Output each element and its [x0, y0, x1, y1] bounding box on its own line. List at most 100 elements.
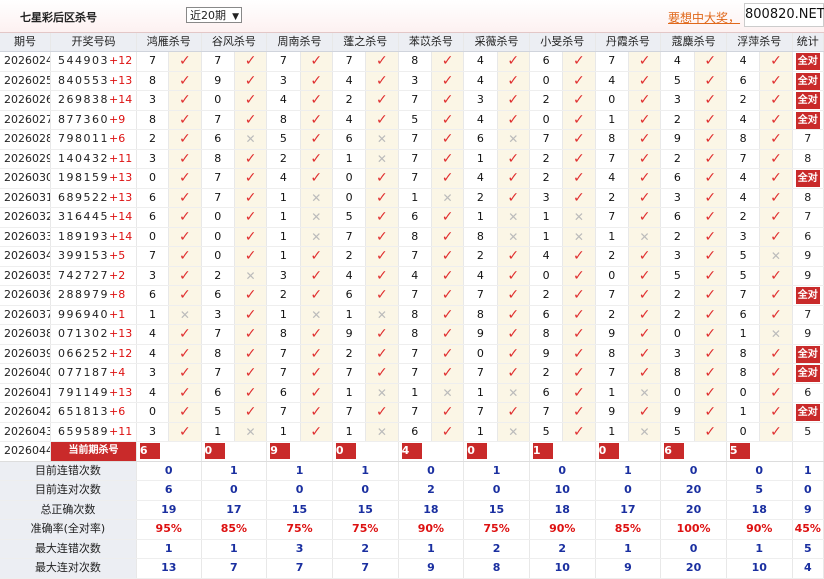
kill-value: 4: [726, 188, 761, 208]
kill-value: 5: [398, 110, 432, 130]
check-icon: ✓: [497, 402, 530, 423]
issue-number: 2026040: [0, 363, 52, 384]
stat-value: 2: [398, 480, 465, 501]
kill-value: 7: [398, 246, 432, 267]
table-row: 2026042 651813+6 0 ✓ 5 ✓ 7 ✓ 7 ✓ 7 ✓ 7 ✓ 7 ✓ 9 ✓ 9 ✓ 1 ✓ 全对: [0, 402, 824, 423]
draw-sum: +11: [109, 424, 133, 438]
stat-value: 0: [529, 461, 596, 481]
check-icon: ✓: [431, 363, 465, 384]
table-row: 2026036 288979+8 6 ✓ 6 ✓ 2 ✓ 6 ✓ 7 ✓ 7 ✓ 2 ✓ 7 ✓ 2 ✓ 7 ✓ 全对: [0, 285, 824, 306]
draw-numbers: 316445+14: [50, 207, 137, 228]
kill-value: 8: [266, 110, 301, 130]
check-icon: ✓: [168, 227, 202, 247]
kill-value: 3: [136, 149, 170, 169]
check-icon: ✓: [168, 207, 202, 228]
draw-sum: +13: [109, 327, 133, 341]
issue-number: 2026038: [0, 324, 52, 345]
check-icon: ✓: [365, 324, 399, 345]
check-icon: ✓: [628, 188, 662, 208]
kill-value: 4: [463, 51, 498, 72]
kill-value: 4: [529, 246, 564, 267]
table-row: 2026027 877360+9 8 ✓ 7 ✓ 8 ✓ 4 ✓ 5 ✓ 4 ✓ 0 ✓ 1 ✓ 2 ✓ 4 ✓ 全对: [0, 110, 824, 130]
stat-value: 75%: [463, 519, 530, 540]
stat-value: 17: [595, 500, 662, 520]
draw-sum: +6: [109, 405, 126, 419]
check-icon: ✓: [234, 246, 268, 267]
draw-digits: 877360: [58, 112, 110, 126]
kill-value: 7: [201, 324, 235, 345]
stat-label: 目前连对次数: [0, 480, 137, 501]
stat-cell: 6: [792, 383, 824, 403]
check-icon: ✓: [431, 129, 465, 150]
kill-value: 6: [463, 129, 498, 150]
stat-cell: 6: [792, 227, 824, 247]
table-row: 2026039 066252+12 4 ✓ 8 ✓ 7 ✓ 2 ✓ 7 ✓ 0 ✓ 9 ✓ 8 ✓ 3 ✓ 8 ✓ 全对: [0, 344, 824, 364]
kill-value: 6: [332, 129, 367, 150]
check-icon: ✓: [759, 305, 793, 325]
stat-value: 20: [660, 480, 727, 501]
cross-icon: ✕: [497, 227, 530, 247]
check-icon: ✓: [431, 285, 465, 306]
check-icon: ✓: [562, 168, 596, 189]
kill-value: 0: [201, 227, 235, 247]
stat-value: 15: [463, 500, 530, 520]
check-icon: ✓: [759, 188, 793, 208]
period-select[interactable]: 近20期 ▼: [186, 7, 242, 23]
draw-sum: +11: [109, 151, 133, 165]
kill-value: 0: [529, 71, 564, 91]
col-stat: 统计: [792, 33, 824, 52]
kill-value: 6: [136, 285, 170, 306]
draw-digits: 316445: [58, 210, 110, 224]
kill-value: 1: [595, 383, 629, 403]
stat-cell: 7: [792, 207, 824, 228]
table-row: 2026025 840553+13 8 ✓ 9 ✓ 3 ✓ 4 ✓ 3 ✓ 4 ✓ 0 ✓ 4 ✓ 5 ✓ 6 ✓ 全对: [0, 71, 824, 91]
stat-value: 100%: [660, 519, 727, 540]
stat-total: 4: [792, 558, 824, 579]
check-icon: ✓: [759, 383, 793, 403]
stat-value: 90%: [398, 519, 465, 540]
check-icon: ✓: [497, 285, 530, 306]
check-icon: ✓: [694, 246, 727, 267]
check-icon: ✓: [694, 51, 727, 72]
table-row: 2026041 791149+13 4 ✓ 6 ✓ 6 ✓ 1 ✕ 1 ✕ 1 ✕ 6 ✓ 1 ✕ 0 ✓ 0 ✓ 6: [0, 383, 824, 403]
ad-link[interactable]: 要想中大奖，: [668, 9, 740, 26]
check-icon: ✓: [759, 207, 793, 228]
kill-value: 8: [726, 344, 761, 364]
check-icon: ✓: [168, 344, 202, 364]
kill-value: 8: [660, 363, 695, 384]
stat-value: 75%: [266, 519, 333, 540]
kill-value: 2: [726, 90, 761, 111]
stat-value: 0: [398, 461, 465, 481]
check-icon: ✓: [300, 422, 333, 442]
stat-cell: 全对: [792, 168, 824, 189]
check-icon: ✓: [234, 149, 268, 169]
check-icon: ✓: [300, 168, 333, 189]
kill-value: 6: [332, 285, 367, 306]
check-icon: ✓: [497, 71, 530, 91]
check-icon: ✓: [365, 71, 399, 91]
table-row: 2026028 798011+6 2 ✓ 6 ✕ 5 ✓ 6 ✕ 7 ✓ 6 ✕ 7 ✓ 8 ✓ 9 ✓ 8 ✓ 7: [0, 129, 824, 150]
stat-value: 1: [463, 461, 530, 481]
stat-value: 10: [529, 558, 596, 579]
kill-value: 8: [201, 149, 235, 169]
stat-value: 18: [529, 500, 596, 520]
check-icon: ✓: [365, 363, 399, 384]
kill-value: 8: [398, 51, 432, 72]
kill-value: 4: [463, 71, 498, 91]
check-icon: ✓: [562, 285, 596, 306]
check-icon: ✓: [694, 363, 727, 384]
cross-icon: ✕: [497, 383, 530, 403]
stat-value: 10: [726, 558, 793, 579]
check-icon: ✓: [365, 168, 399, 189]
draw-numbers: 689522+13: [50, 188, 137, 208]
check-icon: ✓: [562, 90, 596, 111]
kill-value: 0: [201, 246, 235, 267]
stat-row: 最大连错次数 1 1 3 2 1 2 2 1 0 1 5: [0, 539, 824, 559]
draw-numbers: 066252+12: [50, 344, 137, 364]
draw-digits: 198159: [58, 171, 110, 185]
check-icon: ✓: [628, 246, 662, 267]
check-icon: ✓: [365, 266, 399, 286]
check-icon: ✓: [168, 149, 202, 169]
table-header: 期号 开奖号码 鸿雁杀号 谷风杀号 周南杀号 蓬之杀号 苯苡杀号 采薇杀号 小旻…: [0, 33, 824, 52]
stat-value: 3: [266, 539, 333, 559]
